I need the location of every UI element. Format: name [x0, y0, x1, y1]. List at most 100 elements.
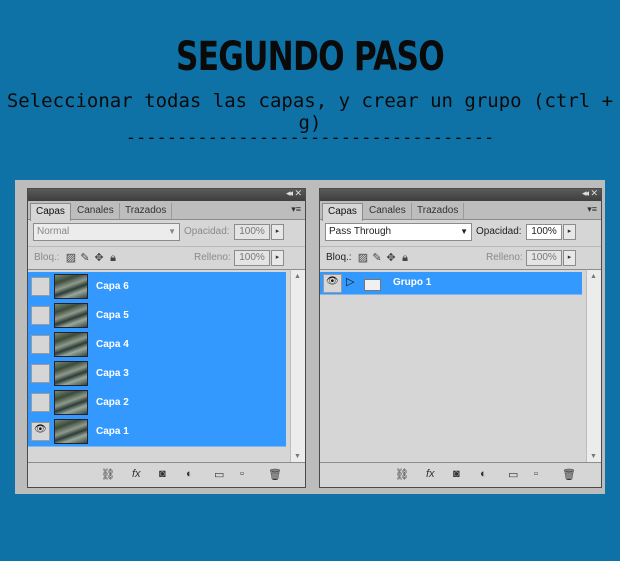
heading-divider: ------------------------------------ [125, 128, 495, 148]
add-mask-icon[interactable]: ◙ [453, 468, 460, 480]
adjustment-layer-icon[interactable]: ◐ [480, 468, 487, 480]
lock-row: Bloq.: ▨ ✎ ✥ 🔒︎ Relleno: 100% ▸ [320, 246, 601, 269]
lock-pixels-icon[interactable]: ✎ [78, 251, 92, 264]
tab-trazados[interactable]: Trazados [120, 203, 173, 219]
lock-transparency-icon[interactable]: ▨ [64, 251, 78, 264]
delete-layer-icon[interactable]: 🗑︎ [268, 468, 282, 481]
fill-stepper-icon[interactable]: ▸ [563, 250, 576, 266]
collapse-icon[interactable]: ◂◂ [286, 188, 293, 199]
eye-icon: 👁︎ [326, 276, 339, 287]
tab-canales[interactable]: Canales [364, 203, 412, 219]
layer-name: Capa 5 [96, 310, 129, 321]
lock-icons: ▨ ✎ ✥ 🔒︎ [64, 251, 120, 265]
folder-icon [364, 279, 381, 291]
fill-label: Relleno: [486, 252, 523, 263]
layer-row[interactable]: 👁︎ Capa 1 [28, 417, 286, 447]
layer-thumbnail [54, 390, 88, 415]
tab-trazados[interactable]: Trazados [412, 203, 465, 219]
tab-capas[interactable]: Capas [30, 203, 71, 221]
layer-thumbnail [54, 361, 88, 386]
visibility-toggle[interactable] [31, 277, 50, 296]
link-layers-icon[interactable]: ⛓︎ [101, 468, 115, 481]
layers-scrollbar[interactable]: ▲ ▼ [290, 269, 305, 463]
layer-row[interactable]: Capa 4 [28, 330, 286, 360]
layer-row[interactable]: Capa 6 [28, 272, 286, 302]
scroll-up-icon[interactable]: ▲ [294, 273, 301, 280]
fill-label: Relleno: [194, 252, 231, 263]
lock-pixels-icon[interactable]: ✎ [370, 251, 384, 264]
layers-panel-before: ◂◂ ✕ Capas Canales Trazados ▾≡ Normal ▼ … [27, 188, 306, 488]
layer-name: Capa 3 [96, 368, 129, 379]
adjustment-layer-icon[interactable]: ◐ [186, 468, 193, 480]
expand-triangle-icon[interactable]: ▷ [346, 275, 354, 288]
visibility-toggle[interactable] [31, 364, 50, 383]
lock-position-icon[interactable]: ✥ [92, 251, 106, 264]
fx-icon[interactable]: fx [426, 468, 435, 480]
lock-all-icon[interactable]: 🔒︎ [106, 252, 120, 265]
heading-title: SEGUNDO PASO [176, 34, 445, 80]
layer-thumbnail [54, 332, 88, 357]
group-row[interactable]: 👁︎ ▷ Grupo 1 [320, 272, 582, 295]
screenshot-stage: ◂◂ ✕ Capas Canales Trazados ▾≡ Normal ▼ … [15, 180, 605, 494]
opacity-field[interactable]: 100% [526, 224, 562, 240]
scroll-down-icon[interactable]: ▼ [294, 453, 301, 460]
new-group-icon[interactable]: ▭ [214, 468, 224, 481]
close-icon[interactable]: ✕ [294, 188, 302, 199]
blend-row: Pass Through ▼ Opacidad: 100% ▸ [320, 222, 601, 244]
tab-capas[interactable]: Capas [322, 203, 363, 221]
eye-icon: 👁︎ [34, 424, 47, 435]
opacity-field[interactable]: 100% [234, 224, 270, 240]
fill-stepper-icon[interactable]: ▸ [271, 250, 284, 266]
fill-field[interactable]: 100% [234, 250, 270, 266]
blend-mode-value: Normal [37, 226, 70, 237]
panel-footer: ⛓︎ fx ◙ ◐ ▭ ▫ 🗑︎ [28, 462, 305, 487]
opacity-label: Opacidad: [476, 226, 522, 237]
panel-titlebar: ◂◂ ✕ [28, 188, 305, 201]
layer-row[interactable]: Capa 2 [28, 388, 286, 418]
new-layer-icon[interactable]: ▫ [240, 468, 244, 480]
layers-list: Capa 6 Capa 5 Capa 4 Capa 3 Capa 2 👁︎ Ca… [28, 269, 290, 463]
panel-titlebar: ◂◂ ✕ [320, 188, 601, 201]
link-layers-icon[interactable]: ⛓︎ [395, 468, 409, 481]
scroll-down-icon[interactable]: ▼ [590, 453, 597, 460]
blend-mode-value: Pass Through [329, 226, 392, 237]
layer-row[interactable]: Capa 5 [28, 301, 286, 331]
layers-scrollbar[interactable]: ▲ ▼ [586, 269, 601, 463]
layer-row[interactable]: Capa 3 [28, 359, 286, 389]
layer-thumbnail [54, 419, 88, 444]
lock-position-icon[interactable]: ✥ [384, 251, 398, 264]
blend-mode-select[interactable]: Normal ▼ [33, 223, 180, 241]
new-layer-icon[interactable]: ▫ [534, 468, 538, 480]
chevron-down-icon: ▼ [460, 227, 468, 236]
lock-label: Bloq.: [34, 252, 60, 263]
layers-panel-after: ◂◂ ✕ Capas Canales Trazados ▾≡ Pass Thro… [319, 188, 602, 488]
fx-icon[interactable]: fx [132, 468, 141, 480]
visibility-toggle[interactable] [31, 335, 50, 354]
layer-name: Capa 6 [96, 281, 129, 292]
collapse-icon[interactable]: ◂◂ [582, 188, 589, 199]
blend-row: Normal ▼ Opacidad: 100% ▸ [28, 222, 305, 244]
delete-layer-icon[interactable]: 🗑︎ [562, 468, 576, 481]
layer-name: Capa 4 [96, 339, 129, 350]
scroll-up-icon[interactable]: ▲ [590, 273, 597, 280]
panel-menu-icon[interactable]: ▾≡ [291, 204, 301, 215]
panel-menu-icon[interactable]: ▾≡ [587, 204, 597, 215]
close-icon[interactable]: ✕ [590, 188, 598, 199]
visibility-toggle[interactable]: 👁︎ [31, 422, 50, 441]
add-mask-icon[interactable]: ◙ [159, 468, 166, 480]
layer-name: Capa 1 [96, 426, 129, 437]
lock-label: Bloq.: [326, 252, 352, 263]
lock-icons: ▨ ✎ ✥ 🔒︎ [356, 251, 412, 265]
opacity-stepper-icon[interactable]: ▸ [563, 224, 576, 240]
visibility-toggle[interactable] [31, 393, 50, 412]
lock-transparency-icon[interactable]: ▨ [356, 251, 370, 264]
fill-field[interactable]: 100% [526, 250, 562, 266]
lock-all-icon[interactable]: 🔒︎ [398, 252, 412, 265]
lock-row: Bloq.: ▨ ✎ ✥ 🔒︎ Relleno: 100% ▸ [28, 246, 305, 269]
visibility-toggle[interactable] [31, 306, 50, 325]
tab-canales[interactable]: Canales [72, 203, 120, 219]
blend-mode-select[interactable]: Pass Through ▼ [325, 223, 472, 241]
new-group-icon[interactable]: ▭ [508, 468, 518, 481]
visibility-toggle[interactable]: 👁︎ [323, 274, 342, 293]
opacity-stepper-icon[interactable]: ▸ [271, 224, 284, 240]
